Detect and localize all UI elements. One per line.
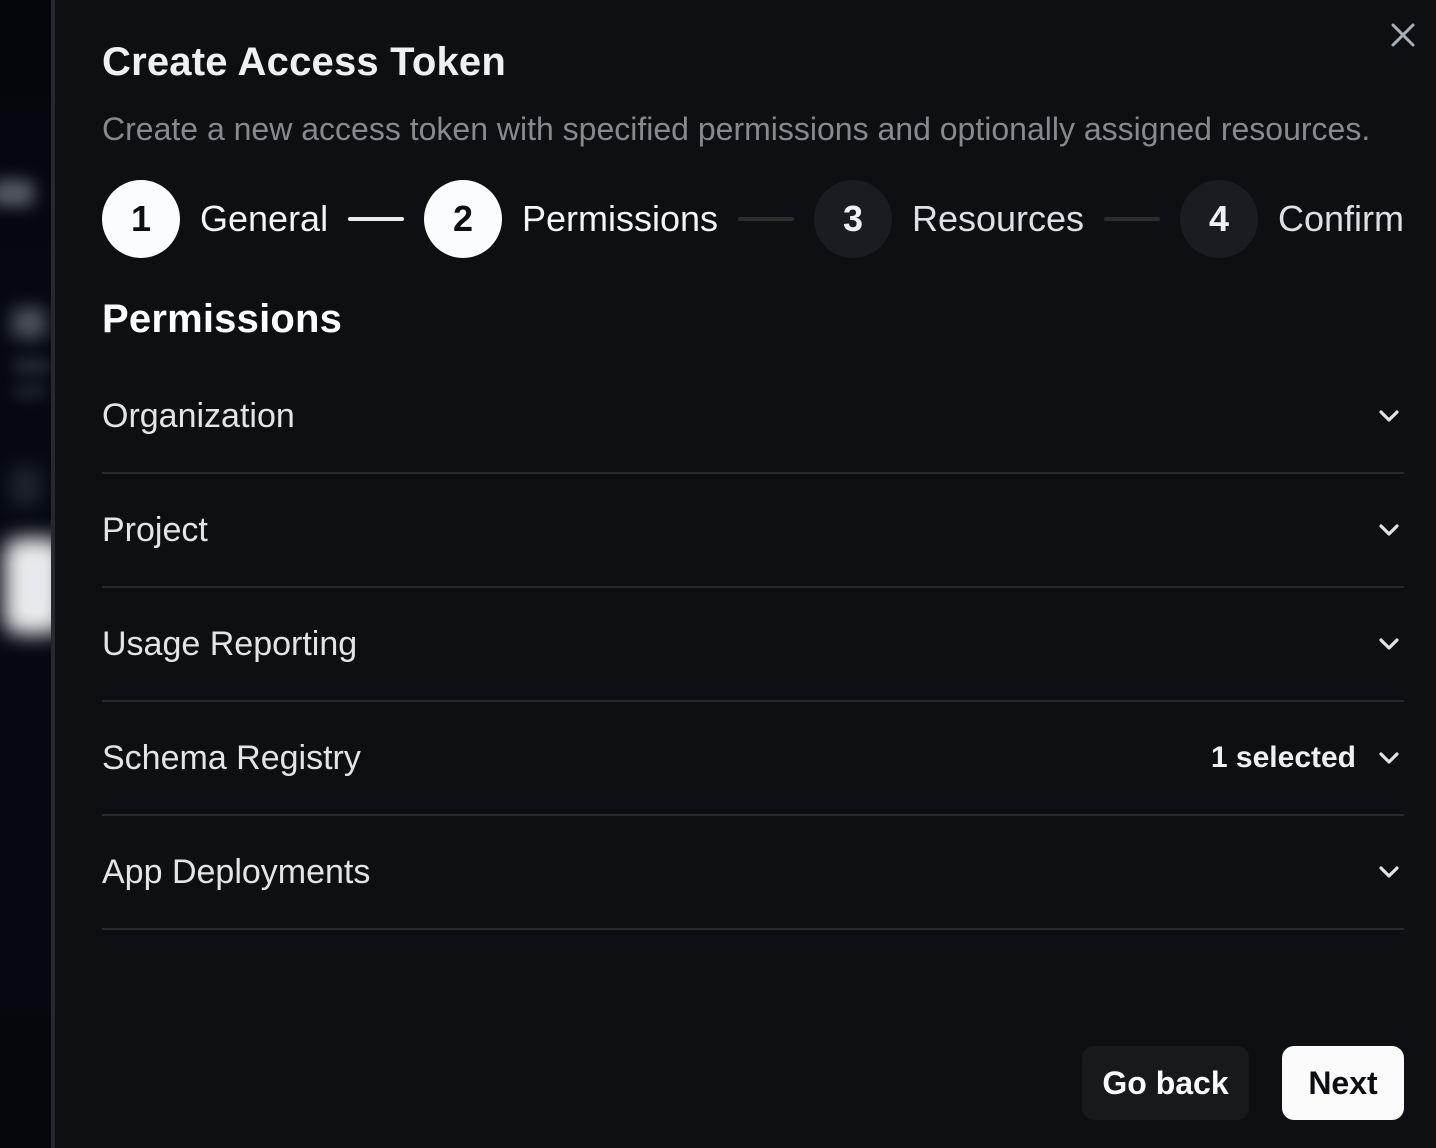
step-label: Confirm <box>1278 198 1404 240</box>
permission-row-controls <box>1374 629 1404 659</box>
permission-row-schema-registry[interactable]: Schema Registry 1 selected <box>102 702 1404 816</box>
permission-row-controls <box>1374 515 1404 545</box>
permission-row-controls <box>1374 857 1404 887</box>
close-icon <box>1390 22 1416 48</box>
permission-row-usage-reporting[interactable]: Usage Reporting <box>102 588 1404 702</box>
go-back-button[interactable]: Go back <box>1082 1046 1249 1120</box>
next-button[interactable]: Next <box>1282 1046 1404 1120</box>
background-blur-card <box>4 538 55 634</box>
permissions-heading: Permissions <box>102 298 1404 340</box>
permission-label: Usage Reporting <box>102 625 357 664</box>
step-label: Permissions <box>522 198 718 240</box>
step-number-badge: 1 <box>102 180 180 258</box>
background-page <box>0 0 55 1148</box>
step-label: General <box>200 198 328 240</box>
chevron-down-icon <box>1374 743 1404 773</box>
step-label: Resources <box>912 198 1084 240</box>
background-blur-icon <box>10 466 42 506</box>
background-blur-text <box>0 180 34 206</box>
create-access-token-dialog: Create Access Token Create a new access … <box>55 0 1436 1148</box>
permission-group-list: Organization Project <box>102 360 1404 930</box>
step-confirm[interactable]: 4 Confirm <box>1180 180 1404 258</box>
wizard-stepper: 1 General 2 Permissions 3 Resources 4 Co… <box>102 180 1404 258</box>
chevron-down-icon <box>1374 857 1404 887</box>
step-resources[interactable]: 3 Resources <box>814 180 1084 258</box>
close-button[interactable] <box>1386 18 1420 52</box>
chevron-down-icon <box>1374 401 1404 431</box>
stepper-connector <box>1104 217 1160 221</box>
permission-label: Schema Registry <box>102 739 361 778</box>
selection-count: 1 selected <box>1211 741 1356 775</box>
step-number-badge: 4 <box>1180 180 1258 258</box>
permission-row-app-deployments[interactable]: App Deployments <box>102 816 1404 930</box>
chevron-down-icon <box>1374 515 1404 545</box>
dialog-title: Create Access Token <box>102 40 1404 84</box>
chevron-down-icon <box>1374 629 1404 659</box>
stepper-connector <box>738 217 794 221</box>
stepper-connector <box>348 217 404 221</box>
background-blur-text <box>14 358 50 374</box>
permission-row-organization[interactable]: Organization <box>102 360 1404 474</box>
step-permissions[interactable]: 2 Permissions <box>424 180 718 258</box>
permission-row-controls <box>1374 401 1404 431</box>
background-blur-text <box>12 308 46 338</box>
dialog-subtitle: Create a new access token with specified… <box>102 112 1404 146</box>
step-number-badge: 2 <box>424 180 502 258</box>
step-number-badge: 3 <box>814 180 892 258</box>
dialog-footer: Go back Next <box>102 1046 1404 1120</box>
permission-label: App Deployments <box>102 853 370 892</box>
background-blur-text <box>14 384 46 398</box>
permission-label: Organization <box>102 397 295 436</box>
permission-row-controls: 1 selected <box>1211 741 1404 775</box>
step-general[interactable]: 1 General <box>102 180 328 258</box>
permission-label: Project <box>102 511 208 550</box>
permission-row-project[interactable]: Project <box>102 474 1404 588</box>
